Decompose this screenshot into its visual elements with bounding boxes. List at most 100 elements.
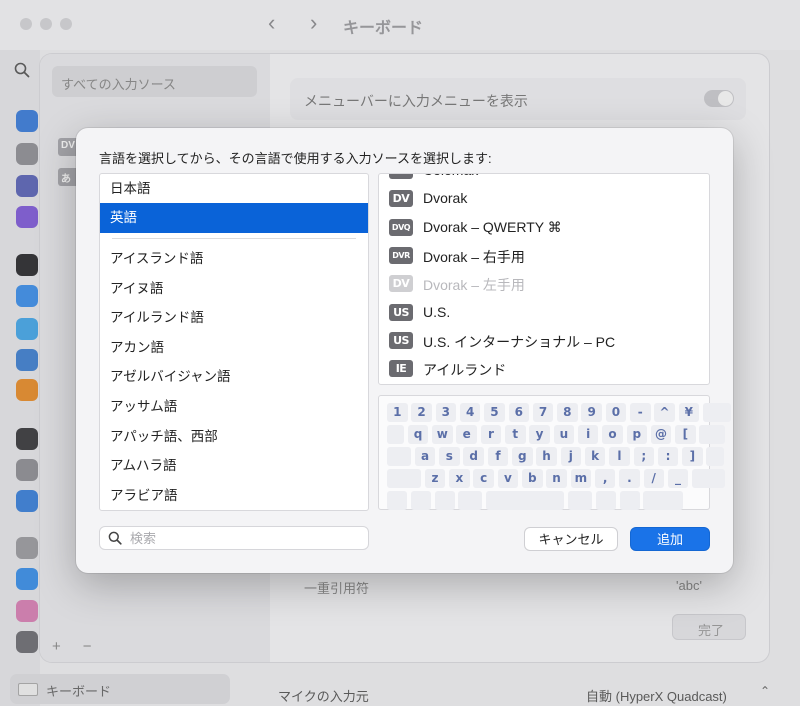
keyboard-key: - <box>630 403 651 422</box>
dialog-prompt: 言語を選択してから、その言語で使用する入力ソースを選択します: <box>99 151 492 166</box>
language-item[interactable]: アゼルバイジャン語 <box>100 362 368 392</box>
keyboard-key: g <box>512 447 533 466</box>
language-item[interactable]: アイルランド語 <box>100 303 368 333</box>
keyboard-key <box>699 425 726 444</box>
language-item[interactable]: アカン語 <box>100 333 368 363</box>
keyboard-key <box>692 469 726 488</box>
keyboard-key: 4 <box>459 403 481 422</box>
input-source-item[interactable]: IE アイルランド <box>379 355 709 383</box>
language-item[interactable]: アパッチ語、西部 <box>100 422 368 452</box>
input-source-badge-icon: US <box>389 303 413 321</box>
keyboard-key: m <box>570 469 592 488</box>
keyboard-key <box>410 491 431 510</box>
input-source-label: U.S. <box>423 303 451 320</box>
input-source-badge-icon: DV <box>389 174 413 179</box>
keyboard-key: v <box>497 469 519 488</box>
keyboard-key: u <box>553 425 575 444</box>
keyboard-key: t <box>505 425 526 444</box>
keyboard-key: . <box>619 469 640 488</box>
cancel-button[interactable]: キャンセル <box>524 527 618 551</box>
keyboard-key <box>486 491 565 510</box>
keyboard-key: ; <box>633 447 654 466</box>
add-input-source-dialog: 言語を選択してから、その言語で使用する入力ソースを選択します: 日本語 英語アイス… <box>76 128 733 573</box>
keyboard-key: 1 <box>387 403 408 422</box>
input-source-label: Dvorak <box>423 190 468 207</box>
keyboard-key: b <box>522 469 543 488</box>
keyboard-key: _ <box>667 469 689 488</box>
input-source-item[interactable]: DVQ Dvorak – QWERTY ⌘ <box>379 214 709 242</box>
keyboard-key: p <box>626 425 647 444</box>
input-source-item[interactable]: DV Dvorak – 左手用 <box>379 270 709 298</box>
keyboard-key: s <box>439 447 460 466</box>
keyboard-key <box>434 491 455 510</box>
keyboard-key: z <box>424 469 446 488</box>
keyboard-key: 2 <box>411 403 432 422</box>
input-source-label: U.S. インターナショナル – PC <box>423 333 616 350</box>
keyboard-key: r <box>480 425 502 444</box>
input-source-label: Colemak <box>423 174 478 178</box>
input-source-item[interactable]: DV Dvorak <box>379 185 709 213</box>
language-item[interactable]: アッサム語 <box>100 392 368 422</box>
language-list[interactable]: 日本語 英語アイスランド語 アイヌ語 アイルランド語 アカン語 アゼルバイジャン語 アッサム… <box>99 173 369 511</box>
keyboard-key: w <box>432 425 453 444</box>
input-source-badge-icon: US <box>389 331 413 349</box>
keyboard-key: 5 <box>484 403 505 422</box>
keyboard-key: a <box>414 447 436 466</box>
keyboard-key: q <box>407 425 429 444</box>
keyboard-key: @ <box>650 425 672 444</box>
keyboard-key: o <box>602 425 623 444</box>
input-source-badge-icon: IE <box>389 360 413 378</box>
language-item[interactable]: アラビア語 <box>100 481 368 510</box>
language-item[interactable]: アイヌ語 <box>100 274 368 304</box>
keyboard-key <box>643 491 684 510</box>
keyboard-key: 8 <box>557 403 578 422</box>
keyboard-key: , <box>594 469 616 488</box>
list-divider <box>112 238 356 239</box>
input-source-list[interactable]: DV Colemak DV Dvorak DVQ Dvorak – QWERTY ⌘ DVR… <box>378 173 710 385</box>
keyboard-key: d <box>463 447 484 466</box>
keyboard-key: 9 <box>581 403 602 422</box>
keyboard-key: 0 <box>605 403 627 422</box>
keyboard-key <box>568 491 592 510</box>
keyboard-key <box>387 469 421 488</box>
keyboard-key: l <box>609 447 630 466</box>
search-input[interactable] <box>130 530 360 547</box>
keyboard-key: k <box>584 447 606 466</box>
keyboard-key: 7 <box>532 403 554 422</box>
keyboard-key: y <box>529 425 550 444</box>
keyboard-key: 3 <box>435 403 457 422</box>
keyboard-key: ] <box>682 447 703 466</box>
input-source-label: Dvorak – QWERTY ⌘ <box>423 218 562 235</box>
keyboard-key <box>706 447 725 466</box>
language-item[interactable]: 日本語 <box>100 174 368 204</box>
language-item[interactable]: アムハラ語 <box>100 451 368 481</box>
keyboard-key: n <box>546 469 567 488</box>
input-source-item[interactable]: DV Colemak <box>379 174 709 185</box>
input-source-badge-icon: DVR <box>389 246 413 264</box>
input-source-item[interactable]: DVR Dvorak – 右手用 <box>379 242 709 270</box>
keyboard-key: c <box>473 469 494 488</box>
input-source-item[interactable]: US U.S. インターナショナル – PC <box>379 327 709 355</box>
keyboard-key: [ <box>675 425 696 444</box>
keyboard-key: x <box>449 469 470 488</box>
keyboard-key: f <box>487 447 509 466</box>
keyboard-key: i <box>577 425 599 444</box>
keyboard-key <box>387 425 404 444</box>
input-source-label: Dvorak – 右手用 <box>423 248 525 265</box>
keyboard-key <box>387 447 411 466</box>
keyboard-key <box>702 403 731 422</box>
language-item[interactable]: 英語 <box>100 203 368 233</box>
keyboard-layout-preview: 1 2 3 4 5 6 7 8 9 0- ^ ¥ q w e r t y u i o p @[a s d f g h j k l;:] z x c… <box>378 395 731 510</box>
add-button[interactable]: 追加 <box>630 527 710 551</box>
keyboard-key <box>595 491 616 510</box>
keyboard-key: / <box>643 469 664 488</box>
keyboard-key: : <box>657 447 679 466</box>
input-source-label: アイルランド <box>423 362 507 379</box>
search-icon <box>108 531 122 545</box>
input-source-badge-icon: DVQ <box>389 218 413 236</box>
keyboard-key <box>387 491 407 510</box>
keyboard-key: ^ <box>654 403 675 422</box>
language-item[interactable]: アイスランド語 <box>100 244 368 274</box>
input-source-item[interactable]: US U.S. <box>379 299 709 327</box>
language-search-field[interactable] <box>99 526 369 550</box>
